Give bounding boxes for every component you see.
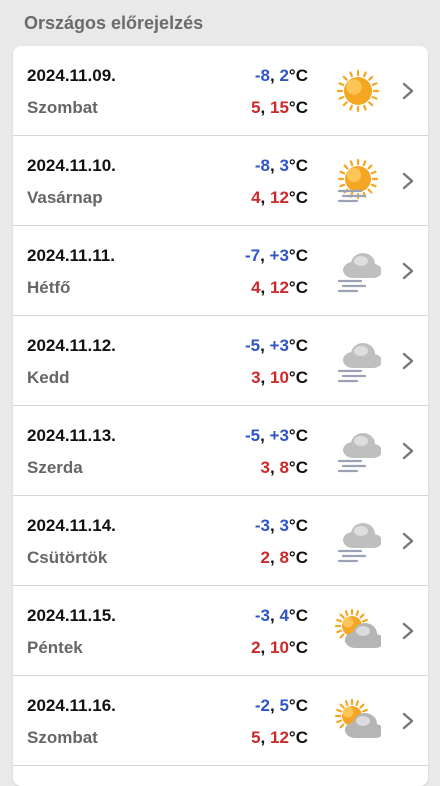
min-temperature: -5, +3°C — [244, 336, 308, 355]
forecast-day: Csütörtök — [27, 548, 108, 567]
chevron-right-icon[interactable] — [401, 442, 415, 460]
forecast-day: Hétfő — [27, 278, 71, 297]
forecast-row-4[interactable]: 2024.11.12. Kedd -5, +3°C 3, 10°C — [13, 316, 428, 406]
sun-cloud-icon — [334, 698, 384, 744]
max-temperature: 2, 8°C — [260, 548, 308, 567]
chevron-right-icon[interactable] — [401, 622, 415, 640]
max-temperature: 3, 8°C — [260, 458, 308, 477]
max-temperature: 5, 15°C — [251, 98, 308, 117]
forecast-day: Szombat — [27, 98, 98, 117]
sun-icon — [335, 68, 381, 114]
min-temperature: -2, 5°C — [254, 696, 308, 715]
chevron-right-icon[interactable] — [401, 82, 415, 100]
forecast-row-2[interactable]: 2024.11.10. Vasárnap -8, 3°C 4, 12°C — [13, 136, 428, 226]
cloud-fog-icon — [335, 338, 382, 384]
forecast-date: 2024.11.15. — [27, 606, 116, 625]
max-temperature: 3, 10°C — [251, 368, 308, 387]
forecast-row-7[interactable]: 2024.11.15. Péntek -3, 4°C 2, 10°C — [13, 586, 428, 676]
min-temperature: -3, 4°C — [254, 606, 308, 625]
page-title: Országos előrejelzés — [24, 12, 204, 33]
forecast-date: 2024.11.10. — [27, 156, 116, 175]
forecast-day: Kedd — [27, 368, 70, 387]
forecast-row-5[interactable]: 2024.11.13. Szerda -5, +3°C 3, 8°C — [13, 406, 428, 496]
max-temperature: 4, 12°C — [251, 188, 308, 207]
cloud-fog-icon — [335, 428, 382, 474]
sun-cloud-icon — [334, 608, 384, 654]
forecast-date: 2024.11.11. — [27, 246, 115, 265]
chevron-right-icon[interactable] — [401, 262, 415, 280]
forecast-day: Péntek — [27, 638, 83, 657]
forecast-date: 2024.11.09. — [27, 66, 116, 85]
forecast-row-6[interactable]: 2024.11.14. Csütörtök -3, 3°C 2, 8°C — [13, 496, 428, 586]
forecast-date: 2024.11.14. — [27, 516, 116, 535]
forecast-list: 2024.11.09. Szombat -8, 2°C 5, 15°C 2024… — [13, 46, 428, 786]
min-temperature: -7, +3°C — [244, 246, 308, 265]
max-temperature: 5, 12°C — [251, 728, 308, 747]
forecast-row-8[interactable]: 2024.11.16. Szombat -2, 5°C 5, 12°C — [13, 676, 428, 766]
max-temperature: 2, 10°C — [251, 638, 308, 657]
forecast-date: 2024.11.16. — [27, 696, 116, 715]
min-temperature: -8, 3°C — [254, 156, 308, 175]
chevron-right-icon[interactable] — [401, 172, 415, 190]
min-temperature: -3, 3°C — [254, 516, 308, 535]
forecast-row-1[interactable]: 2024.11.09. Szombat -8, 2°C 5, 15°C — [13, 46, 428, 136]
chevron-right-icon[interactable] — [401, 712, 415, 730]
cloud-fog-icon — [335, 518, 382, 564]
page-header: Országos előrejelzés — [0, 0, 440, 46]
forecast-day: Szerda — [27, 458, 83, 477]
chevron-right-icon[interactable] — [401, 532, 415, 550]
min-temperature: -5, +3°C — [244, 426, 308, 445]
chevron-right-icon[interactable] — [401, 352, 415, 370]
forecast-day: Szombat — [27, 728, 98, 747]
max-temperature: 4, 12°C — [251, 278, 308, 297]
forecast-row-3[interactable]: 2024.11.11. Hétfő -7, +3°C 4, 12°C — [13, 226, 428, 316]
forecast-day: Vasárnap — [27, 188, 103, 207]
sun-fog-icon — [335, 158, 381, 204]
cloud-fog-icon — [335, 248, 382, 294]
forecast-date: 2024.11.13. — [27, 426, 116, 445]
forecast-date: 2024.11.12. — [27, 336, 116, 355]
min-temperature: -8, 2°C — [254, 66, 308, 85]
